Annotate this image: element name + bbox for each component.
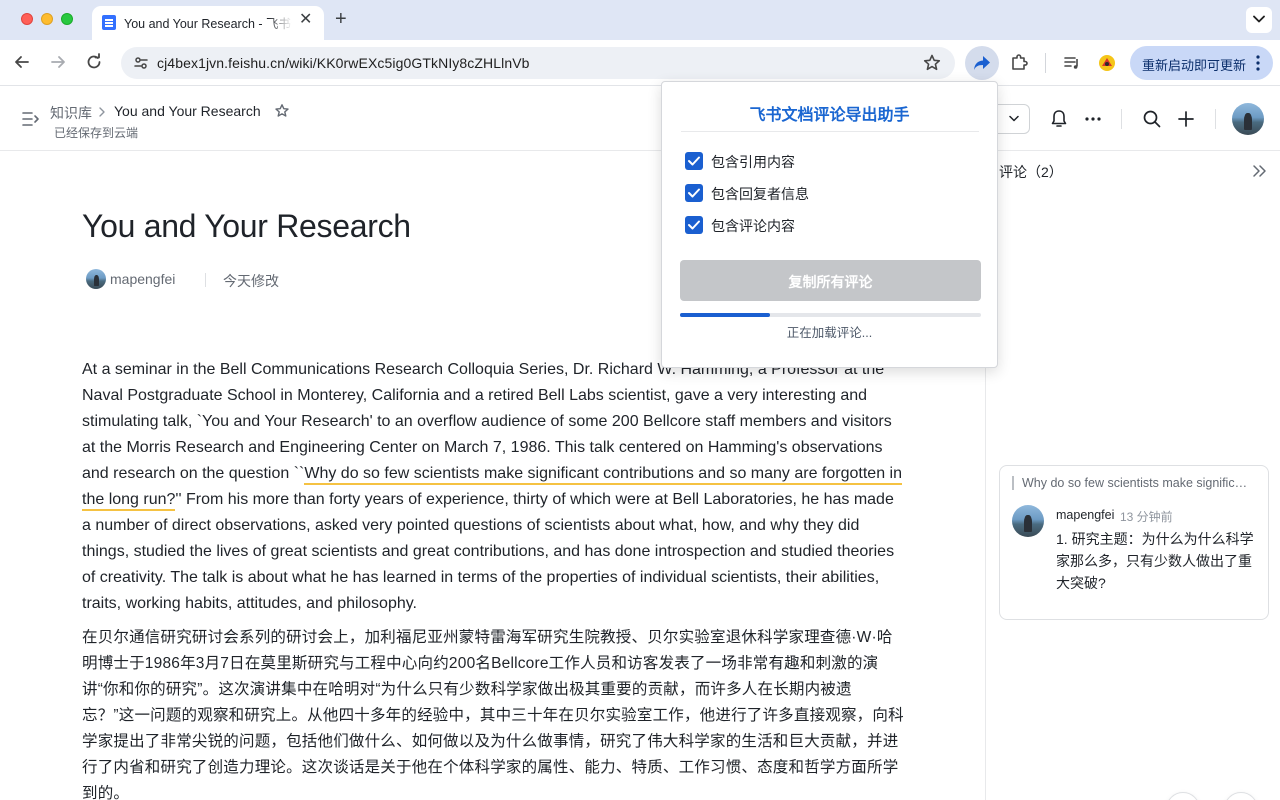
copy-all-comments-button[interactable]: 复制所有评论 (680, 260, 981, 301)
header-divider (1121, 109, 1122, 129)
back-icon (15, 56, 29, 68)
include-replier-label[interactable]: 包含回复者信息 (711, 184, 809, 204)
share-extension-icon (974, 56, 990, 70)
address-bar[interactable]: cj4bex1jvn.feishu.cn/wiki/KK0rwEXc5ig0GT… (121, 47, 955, 79)
comment-card[interactable]: Why do so few scientists make significan… (999, 465, 1269, 620)
favorite-star-icon[interactable] (274, 103, 290, 119)
user-avatar[interactable] (1232, 103, 1264, 135)
tab-close-icon[interactable]: ✕ (299, 12, 312, 28)
feishu-app: 知识库 You and Your Research 已经保存到云端 阅 You … (0, 87, 1280, 800)
browser-tab-active[interactable]: You and Your Research - 飞书云文档 ✕ (92, 6, 324, 40)
tab-search-button[interactable] (1246, 7, 1272, 33)
export-doc-button[interactable] (1166, 792, 1200, 800)
chevron-down-icon (1009, 115, 1019, 122)
loading-progress-fill (680, 313, 771, 317)
comment-time: 13 分钟前 (1120, 510, 1173, 524)
modified-time: 今天修改 (223, 273, 279, 289)
author-avatar[interactable] (86, 269, 106, 289)
profile-extension-icon[interactable] (1097, 53, 1117, 73)
window-minimize-button[interactable] (41, 13, 53, 25)
comments-panel: 评论（2） Why do so few scientists make sign… (985, 152, 1280, 800)
reload-button[interactable] (84, 52, 104, 72)
include-quote-checkbox[interactable] (685, 152, 703, 170)
comment-author: mapengfei (1056, 508, 1115, 522)
include-quote-label[interactable]: 包含引用内容 (711, 152, 795, 172)
save-status: 已经保存到云端 (54, 126, 139, 140)
comment-text: 1. 研究主题：为什么为什么科学家那么多，只有少数人做出了重大突破? (1056, 531, 1254, 591)
comment-author-avatar[interactable] (1012, 505, 1044, 537)
checkmark-icon (688, 156, 700, 166)
doc-header: 知识库 You and Your Research 已经保存到云端 阅 (0, 87, 1280, 151)
url-text[interactable]: cj4bex1jvn.feishu.cn/wiki/KK0rwEXc5ig0GT… (157, 55, 530, 71)
notification-bell-icon[interactable] (1050, 109, 1068, 129)
loading-progress-bar (680, 313, 981, 317)
bookmark-star-icon[interactable] (922, 53, 942, 73)
update-button-label: 重新启动即可更新 (1142, 58, 1247, 73)
chevron-right-icon (99, 107, 105, 117)
popup-title: 飞书文档评论导出助手 (749, 107, 910, 124)
media-control-icon[interactable] (1062, 53, 1082, 73)
include-replier-checkbox[interactable] (685, 184, 703, 202)
comment-quote: Why do so few scientists make significan… (1012, 476, 1252, 490)
new-tab-button[interactable]: + (335, 9, 347, 29)
paragraph-english[interactable]: At a seminar in the Bell Communications … (82, 357, 902, 617)
breadcrumb-current[interactable]: You and Your Research (114, 103, 261, 119)
feishu-doc-favicon-icon (102, 15, 116, 30)
forward-icon (51, 56, 65, 68)
site-info-icon[interactable] (133, 55, 149, 71)
add-icon[interactable] (1176, 109, 1196, 129)
checkmark-icon (688, 188, 700, 198)
paragraph-chinese[interactable]: 在贝尔通信研究研讨会系列的研讨会上，加利福尼亚州蒙特雷海军研究生院教授、贝尔实验… (82, 625, 904, 800)
chevron-down-icon (1253, 15, 1265, 23)
menu-dots-icon (1256, 55, 1260, 71)
meta-divider (205, 273, 206, 287)
toolbar-divider (1045, 53, 1046, 73)
forward-button[interactable] (48, 52, 68, 72)
reload-icon (87, 53, 101, 69)
help-button[interactable] (1224, 792, 1258, 800)
window-zoom-button[interactable] (61, 13, 73, 25)
more-options-icon[interactable] (1084, 109, 1102, 129)
popup-divider (681, 131, 979, 132)
include-comment-label[interactable]: 包含评论内容 (711, 216, 795, 236)
header-divider (1215, 109, 1216, 129)
browser-tab-strip: You and Your Research - 飞书云文档 ✕ + (0, 0, 1280, 40)
author-name[interactable]: mapengfei (110, 271, 175, 287)
breadcrumb-root-link[interactable]: 知识库 (50, 103, 92, 123)
paragraph-text: At a seminar in the Bell Communications … (82, 361, 892, 482)
window-close-button[interactable] (21, 13, 33, 25)
paragraph-text: '' From his more than forty years of exp… (82, 491, 895, 612)
browser-toolbar: cj4bex1jvn.feishu.cn/wiki/KK0rwEXc5ig0GT… (0, 40, 1280, 86)
copy-all-comments-label: 复制所有评论 (788, 274, 873, 290)
collapse-panel-icon[interactable] (1252, 164, 1268, 178)
include-comment-checkbox[interactable] (685, 216, 703, 234)
checkmark-icon (688, 220, 700, 230)
extensions-puzzle-icon[interactable] (1009, 53, 1029, 73)
comments-panel-title: 评论（2） (999, 164, 1063, 180)
page-title[interactable]: You and Your Research (82, 208, 411, 245)
browser-update-button[interactable]: 重新启动即可更新 (1130, 46, 1273, 80)
tab-title: You and Your Research - 飞书云文档 (124, 13, 292, 32)
comment-export-popup: 飞书文档评论导出助手 包含引用内容 包含回复者信息 包含评论内容 复制所有评论 … (661, 81, 998, 368)
back-button[interactable] (12, 52, 32, 72)
sidebar-toggle-icon[interactable] (22, 111, 40, 127)
search-icon[interactable] (1142, 109, 1162, 129)
share-extension-button[interactable] (965, 46, 999, 80)
loading-status-text: 正在加载评论... (786, 326, 873, 340)
